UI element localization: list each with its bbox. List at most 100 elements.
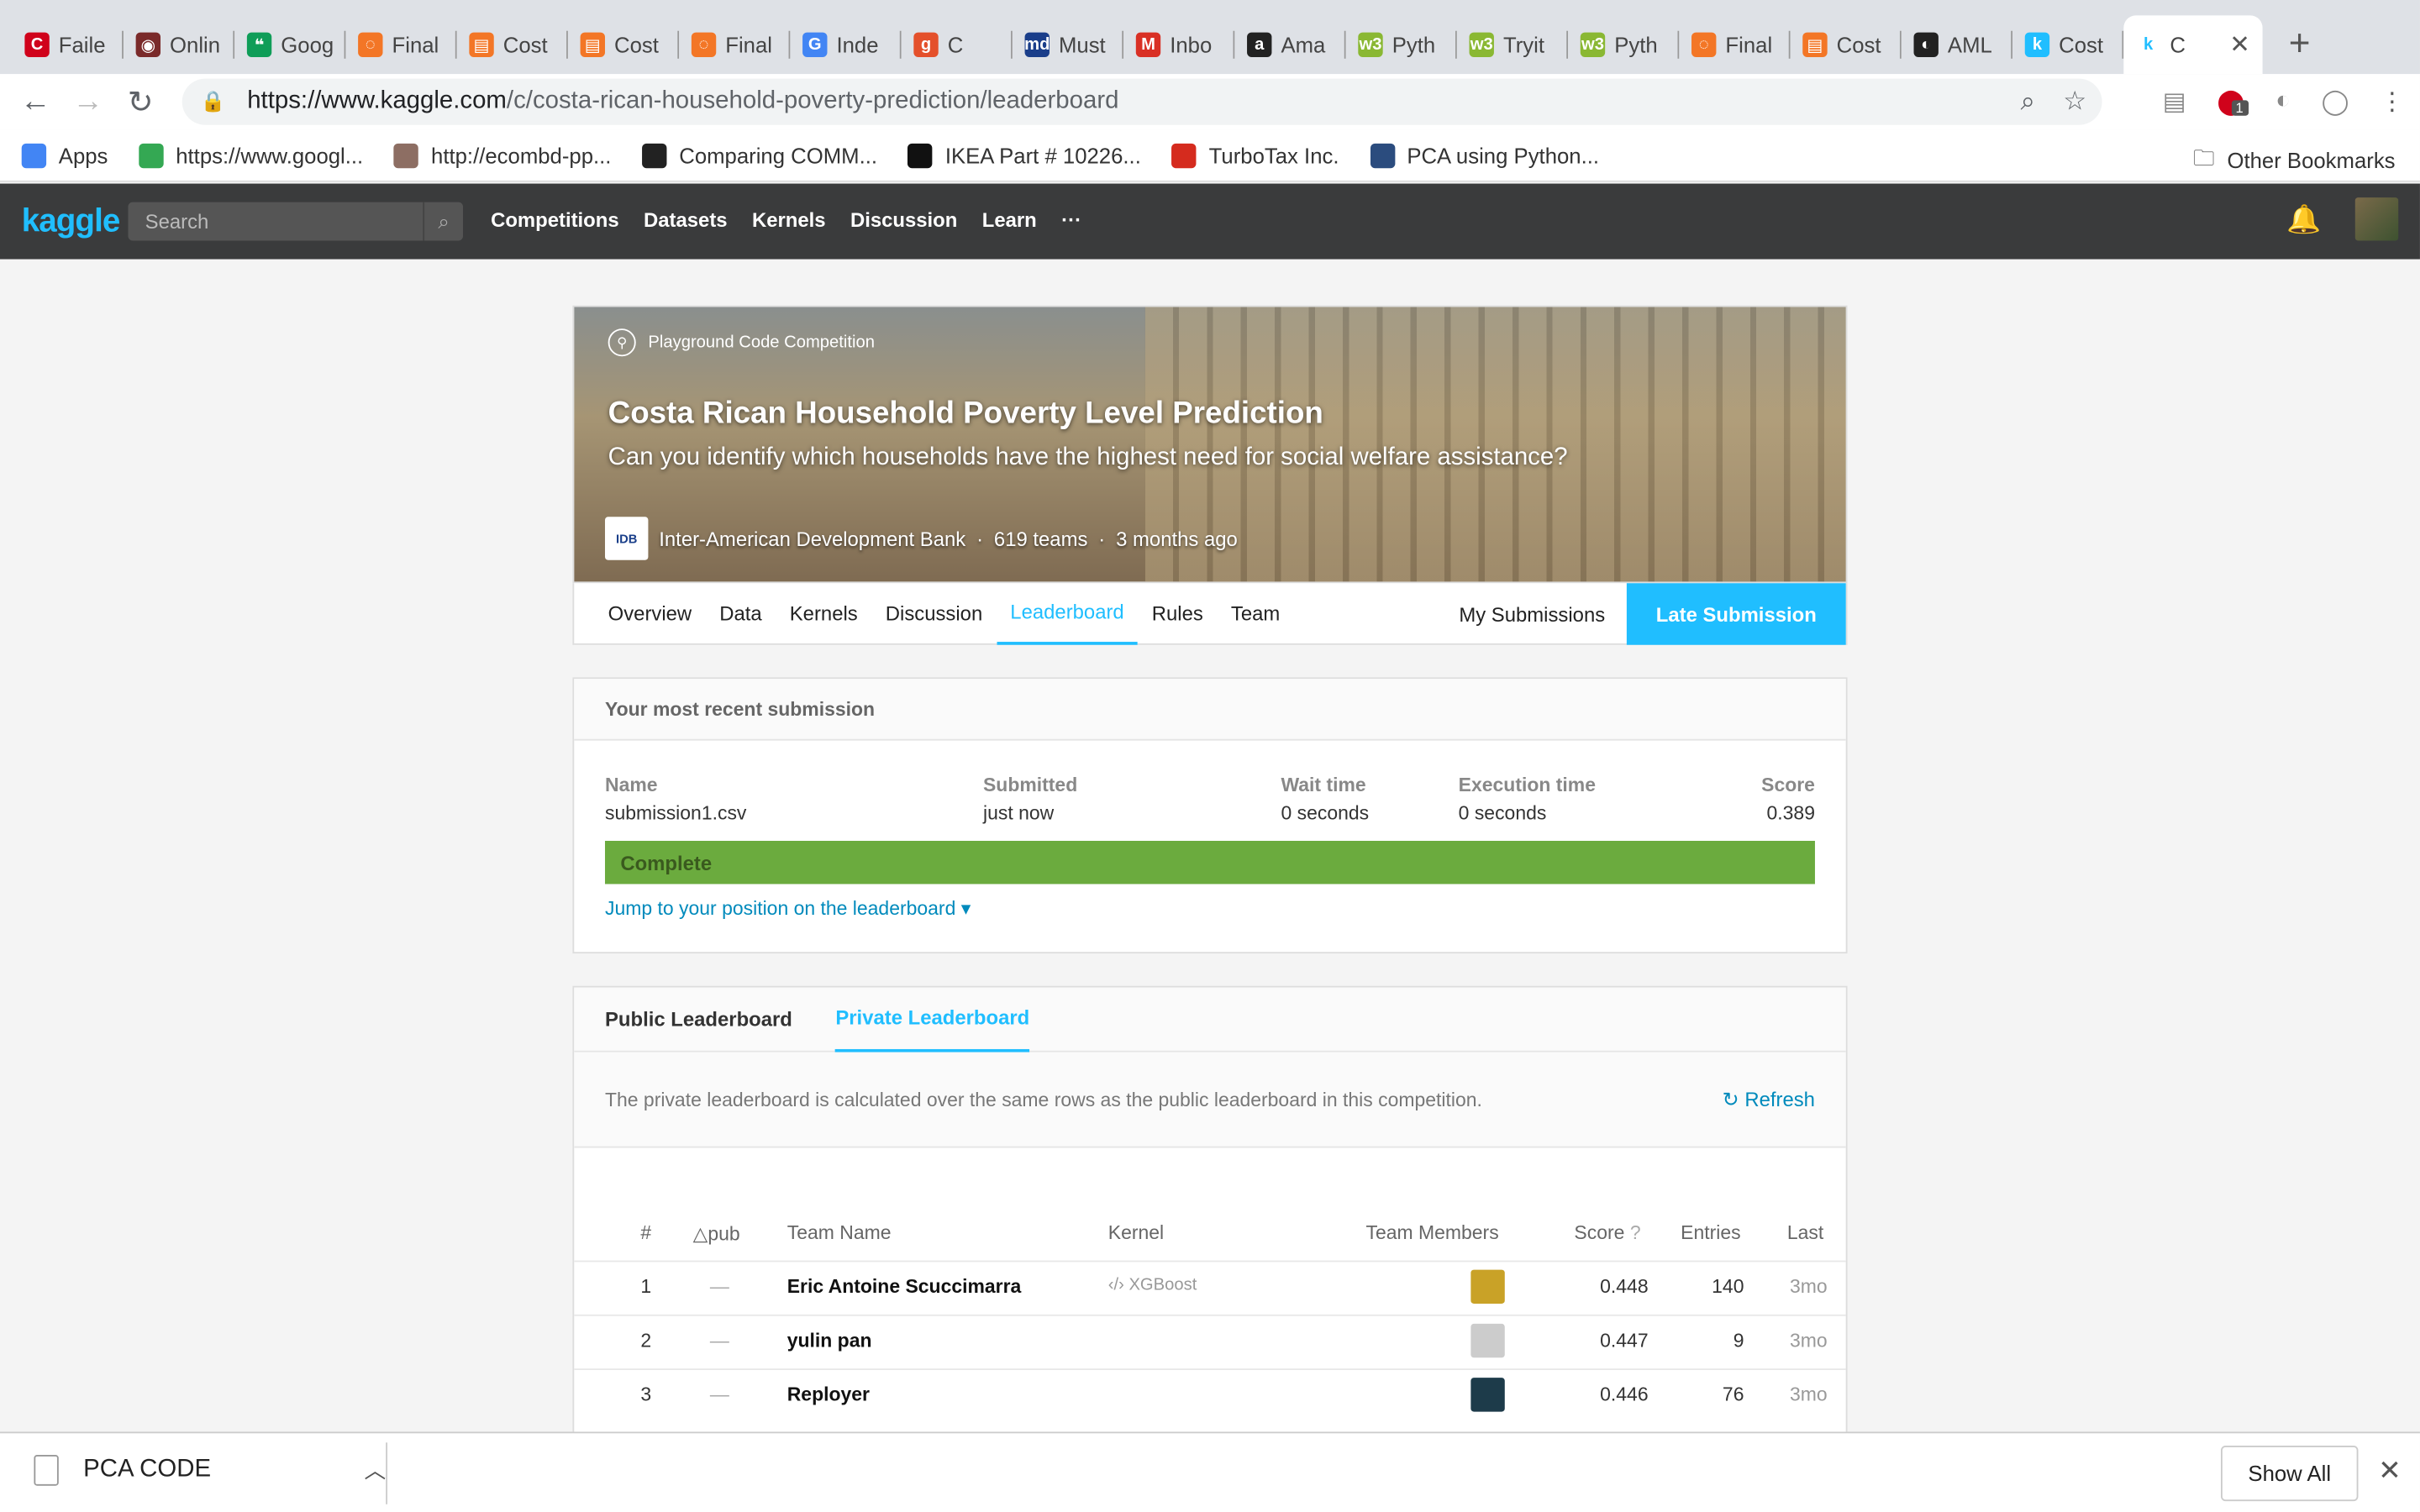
search-input[interactable]: Search ⌕ (128, 202, 464, 241)
browser-tab[interactable]: w3 Pyth (1346, 15, 1457, 74)
tab-data[interactable]: Data (706, 582, 776, 643)
bookmark-item[interactable]: TurboTax Inc. (1171, 142, 1339, 168)
browser-tab[interactable]: k Cost (2012, 15, 2124, 74)
browser-tab[interactable]: ▤ Cost (568, 15, 680, 74)
browser-tab[interactable]: ◌ Final (345, 15, 457, 74)
entries-cell[interactable]: 140 (1686, 1276, 1744, 1298)
help-icon[interactable]: ? (1630, 1222, 1641, 1244)
browser-tab[interactable]: w3 Tryit (1457, 15, 1569, 74)
member-avatar[interactable] (1470, 1378, 1505, 1412)
team-name-cell[interactable]: yulin pan (787, 1330, 872, 1352)
tab-public-leaderboard[interactable]: Public Leaderboard (605, 987, 792, 1051)
team-name-cell[interactable]: Reployer (787, 1384, 870, 1406)
my-submissions-link[interactable]: My Submissions (1459, 583, 1605, 644)
forward-icon[interactable]: → (61, 76, 113, 128)
browser-tab[interactable]: ◉ Onlin (124, 15, 235, 74)
reload-icon[interactable]: ↻ (114, 76, 166, 128)
tab-rules[interactable]: Rules (1138, 582, 1217, 643)
last-header[interactable]: Last (1787, 1222, 1823, 1244)
tab-overview[interactable]: Overview (574, 582, 705, 643)
rank-cell: 3 (640, 1383, 652, 1406)
late-submission-button[interactable]: Late Submission (1626, 583, 1846, 645)
host-name[interactable]: Inter-American Development Bank (659, 527, 965, 550)
browser-tab[interactable]: w3 Pyth (1568, 15, 1680, 74)
browser-tab-active[interactable]: k C ✕ (2123, 15, 2263, 75)
member-avatar[interactable] (1470, 1269, 1505, 1305)
new-tab-icon[interactable]: + (2275, 15, 2324, 74)
tab-discussion[interactable]: Discussion (871, 582, 997, 643)
tab-team[interactable]: Team (1217, 582, 1293, 643)
browser-tab[interactable]: ◌ Final (679, 15, 791, 74)
nav-link-learn[interactable]: Learn (982, 208, 1037, 232)
notifications-bell-icon[interactable]: 🔔 (2286, 203, 2321, 236)
show-all-button[interactable]: Show All (2221, 1445, 2359, 1502)
nav-link-discussion[interactable]: Discussion (850, 208, 957, 232)
bookmark-item[interactable]: http://ecombd-pp... (393, 142, 611, 168)
other-bookmarks-label: Other Bookmarks (2227, 148, 2396, 173)
menu-icon[interactable]: ⋮ (2380, 87, 2404, 118)
more-icon[interactable]: ··· (1061, 208, 1081, 232)
jump-to-position-link[interactable]: Jump to your position on the leaderboard… (605, 896, 971, 920)
zoom-icon[interactable]: ⌕ (2021, 87, 2036, 118)
browser-tab[interactable]: gC (902, 15, 1013, 74)
browser-tab[interactable]: md Must (1013, 15, 1124, 74)
refresh-button[interactable]: ↻ Refresh (1723, 1087, 1815, 1111)
browser-tab[interactable]: ◌ Final (1679, 15, 1791, 74)
table-row[interactable]: 3 — Reployer 0.446 76 3mo (574, 1368, 1846, 1420)
tab-favicon-icon: ▤ (580, 32, 605, 57)
browser-tab[interactable]: ◐ AML (1902, 15, 2013, 74)
entries-cell[interactable]: 76 (1686, 1384, 1744, 1406)
browser-toolbar: ← → ↻ 🔒 https://www.kaggle.com/c/costa-r… (0, 74, 2420, 130)
kernel-header[interactable]: Kernel (1108, 1222, 1164, 1244)
bookmark-item[interactable]: Apps (21, 142, 108, 168)
browser-tab[interactable]: M Inbo (1123, 15, 1235, 74)
delta-header[interactable]: △pub (693, 1222, 740, 1246)
nav-link-datasets[interactable]: Datasets (644, 208, 728, 232)
browser-tab[interactable]: a Ama (1234, 15, 1346, 74)
browser-tab[interactable]: ▤ Cost (457, 15, 568, 74)
browser-tab[interactable]: ❝ Goog (234, 15, 346, 74)
bookmark-item[interactable]: Comparing COMM... (642, 142, 877, 168)
extension-icon[interactable]: ⬤1 (2217, 87, 2249, 118)
browser-tab[interactable]: ▤ Cost (1791, 15, 1902, 74)
kaggle-logo[interactable]: kaggle (22, 203, 121, 240)
nav-link-kernels[interactable]: Kernels (752, 208, 826, 232)
tab-kernels[interactable]: Kernels (776, 582, 871, 643)
kernel-name: XGBoost (1128, 1275, 1197, 1294)
team-name-cell[interactable]: Eric Antoine Scuccimarra (787, 1276, 1022, 1298)
score-header[interactable]: Score ? (1574, 1222, 1640, 1244)
bookmark-item[interactable]: IKEA Part # 10226... (908, 142, 1141, 168)
browser-tab[interactable]: C Faile (13, 15, 124, 74)
close-icon[interactable]: ✕ (2378, 1455, 2402, 1488)
member-avatar[interactable] (1470, 1323, 1505, 1358)
back-icon[interactable]: ← (9, 76, 61, 128)
nav-link-competitions[interactable]: Competitions (491, 208, 619, 232)
extension-icon-2[interactable]: ◐ (2275, 88, 2291, 116)
other-bookmarks[interactable]: 🗀 Other Bookmarks (2193, 142, 2395, 179)
browser-tab[interactable]: G Inde (790, 15, 902, 74)
chevron-up-icon[interactable]: ︿ (364, 1455, 386, 1486)
table-row[interactable]: 2 — yulin pan 0.447 9 3mo (574, 1314, 1846, 1367)
tab-leaderboard[interactable]: Leaderboard (996, 582, 1139, 644)
reader-icon[interactable]: ▤ (2163, 87, 2186, 118)
address-bar[interactable]: 🔒 https://www.kaggle.com/c/costa-rican-h… (182, 78, 2102, 125)
bookmark-item[interactable]: PCA using Python... (1370, 142, 1599, 168)
close-tab-icon[interactable]: ✕ (2229, 29, 2250, 60)
user-avatar[interactable] (2354, 197, 2399, 241)
team-name-header[interactable]: Team Name (787, 1222, 892, 1244)
search-icon[interactable]: ⌕ (423, 202, 463, 241)
bookmark-star-icon[interactable]: ☆ (2063, 87, 2086, 118)
profile-icon[interactable]: ◯ (2322, 87, 2349, 118)
download-item[interactable]: PCA CODE ︿ (34, 1455, 386, 1486)
kernel-link[interactable]: ‹/› XGBoost (1108, 1276, 1197, 1294)
playground-icon: ⚲ (608, 328, 636, 357)
refresh-icon: ↻ (1722, 1086, 1739, 1110)
rank-header[interactable]: # (633, 1222, 651, 1244)
tab-favicon-icon: w3 (1358, 32, 1383, 57)
table-row[interactable]: 1 — Eric Antoine Scuccimarra ‹/› XGBoost 0.4… (574, 1260, 1846, 1313)
entries-cell[interactable]: 9 (1686, 1330, 1744, 1352)
url-host: https://www.kaggle.com (247, 87, 507, 114)
tab-private-leaderboard[interactable]: Private Leaderboard (835, 987, 1030, 1052)
entries-header[interactable]: Entries (1681, 1222, 1740, 1244)
bookmark-item[interactable]: https://www.googl... (139, 142, 363, 168)
